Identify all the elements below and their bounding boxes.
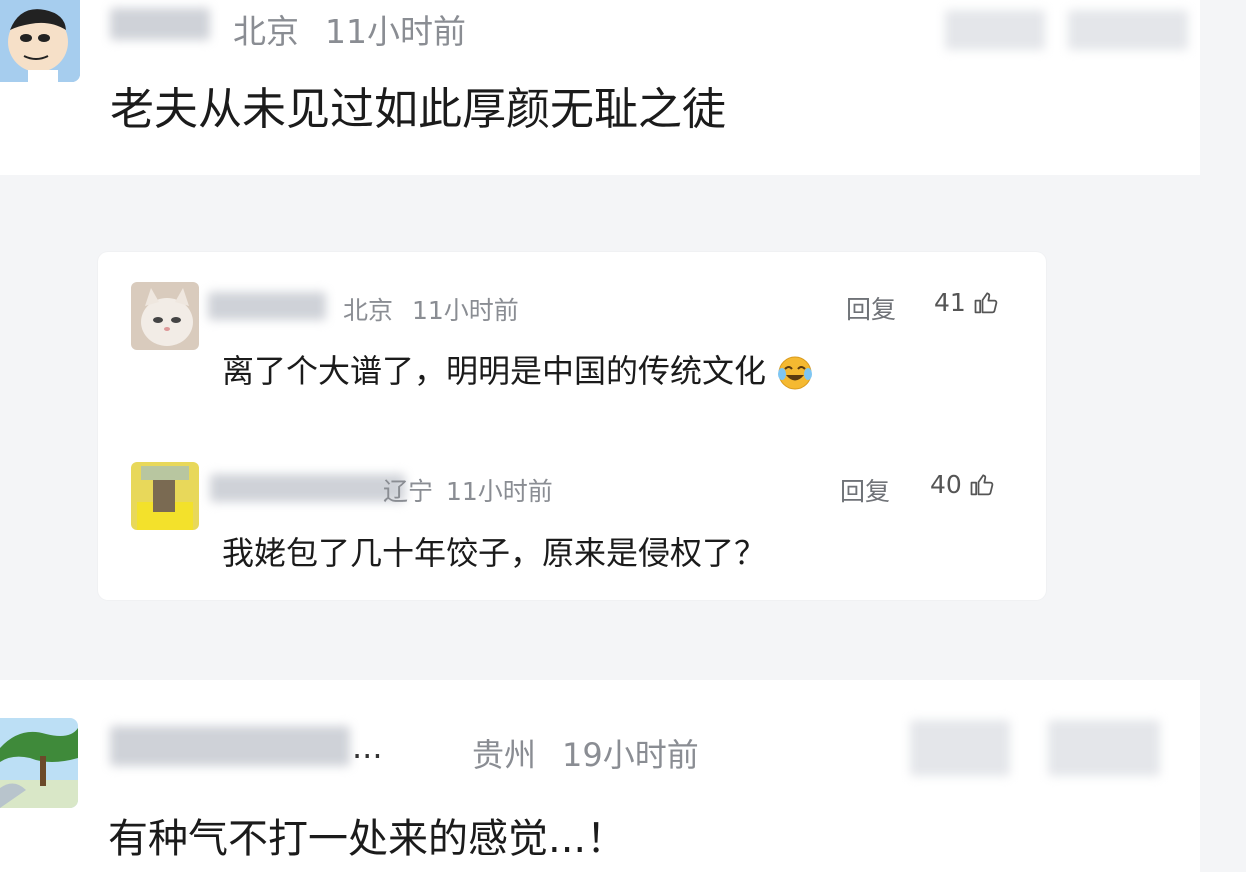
comment-text: 有种气不打一处来的感觉...！ bbox=[108, 816, 627, 862]
action-blur bbox=[1068, 10, 1188, 50]
comment-card-1: 北京 11小时前 老夫从未见过如此厚颜无耻之徒 bbox=[0, 0, 1200, 175]
reply-text: 离了个大谱了，明明是中国的传统文化 bbox=[222, 346, 814, 392]
reply-button[interactable]: 回复 bbox=[846, 290, 896, 326]
username-blur bbox=[208, 292, 326, 320]
thumbs-up-icon bbox=[970, 473, 994, 495]
yellow-avatar-icon bbox=[131, 462, 199, 530]
username-blur bbox=[210, 474, 405, 502]
comment-time: 19小时前 bbox=[562, 736, 699, 774]
cat-avatar-icon bbox=[131, 282, 199, 350]
username-suffix: ... bbox=[352, 728, 383, 766]
reply-location: 北京 bbox=[343, 296, 394, 325]
avatar[interactable] bbox=[131, 462, 199, 530]
reply-text: 我姥包了几十年饺子，原来是侵权了？ bbox=[222, 534, 767, 572]
landscape-avatar-icon bbox=[0, 718, 78, 808]
comment-location: 贵州 bbox=[472, 736, 537, 774]
comment-location: 北京 bbox=[233, 12, 299, 51]
like-count: 41 bbox=[934, 288, 966, 317]
avatar[interactable] bbox=[131, 282, 199, 350]
comment-card-2: ... 贵州 19小时前 有种气不打一处来的感觉...！ bbox=[0, 680, 1200, 872]
avatar[interactable] bbox=[0, 0, 80, 82]
like-button[interactable]: 40 bbox=[930, 470, 996, 499]
avatar[interactable] bbox=[0, 718, 78, 808]
action-blur bbox=[910, 720, 1010, 776]
like-count: 40 bbox=[930, 470, 962, 499]
comment-time: 11小时前 bbox=[325, 12, 466, 51]
reply-location: 辽宁 bbox=[383, 477, 434, 506]
reply-time: 11小时前 bbox=[412, 296, 519, 325]
cartoon-avatar-icon bbox=[0, 0, 80, 82]
laugh-cry-emoji-icon bbox=[778, 356, 813, 390]
action-blur bbox=[1048, 720, 1160, 776]
comment-text: 老夫从未见过如此厚颜无耻之徒 bbox=[110, 84, 726, 135]
username-blur bbox=[110, 726, 350, 766]
reply-button[interactable]: 回复 bbox=[840, 472, 890, 508]
action-blur bbox=[945, 10, 1045, 50]
thumbs-up-icon bbox=[974, 291, 998, 313]
reply-time: 11小时前 bbox=[446, 477, 553, 506]
username-blur bbox=[110, 8, 210, 40]
like-button[interactable]: 41 bbox=[934, 288, 1000, 317]
reply-text-body: 离了个大谱了，明明是中国的传统文化 bbox=[222, 352, 767, 390]
